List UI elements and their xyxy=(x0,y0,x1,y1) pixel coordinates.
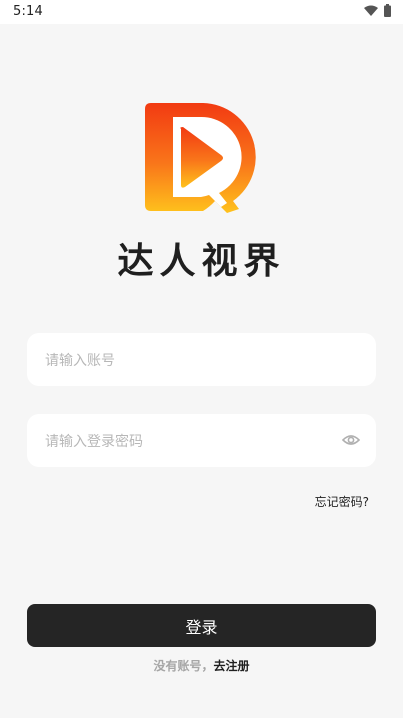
eye-icon[interactable] xyxy=(342,432,360,448)
login-button[interactable]: 登录 xyxy=(27,604,376,647)
register-prompt: 没有账号， xyxy=(153,659,214,673)
status-icons xyxy=(364,4,391,17)
forgot-password-link[interactable]: 忘记密码? xyxy=(315,493,369,510)
brand-title: 达人视界 xyxy=(117,240,286,282)
account-field[interactable] xyxy=(27,333,376,388)
play-d-logo xyxy=(145,103,256,213)
register-line: 没有账号，去注册 xyxy=(0,657,403,674)
wifi-icon xyxy=(364,5,378,16)
password-field[interactable] xyxy=(27,414,376,469)
status-time: 5:14 xyxy=(13,4,43,19)
password-input[interactable] xyxy=(43,414,337,469)
account-input[interactable] xyxy=(43,333,337,388)
battery-icon xyxy=(384,4,391,17)
register-link[interactable]: 去注册 xyxy=(214,659,250,673)
status-bar: 5:14 xyxy=(0,0,403,24)
